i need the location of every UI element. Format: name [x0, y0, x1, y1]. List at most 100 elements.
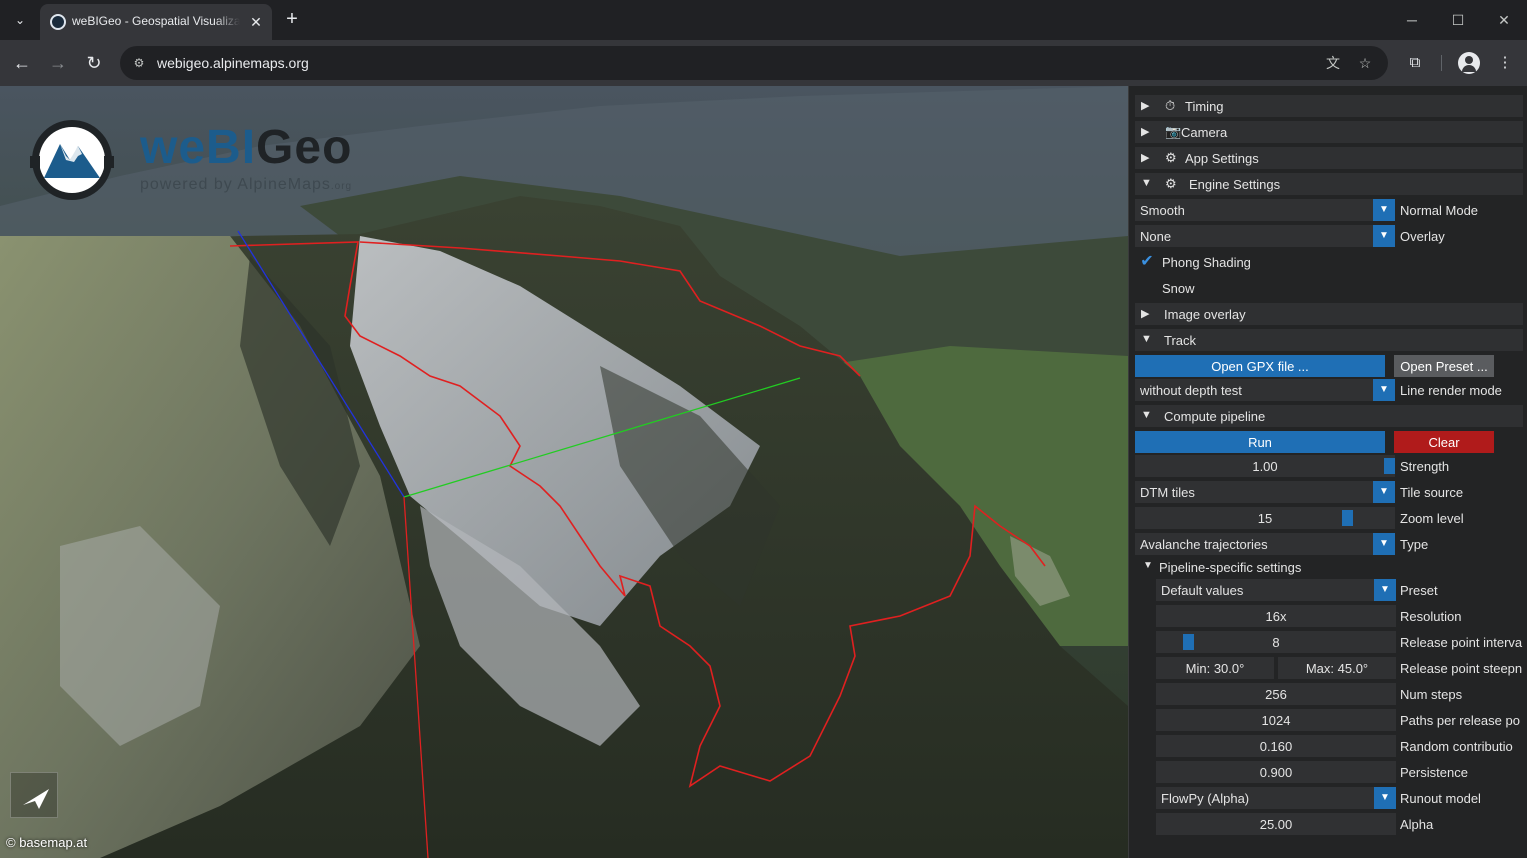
runout-model-select[interactable]: FlowPy (Alpha) ▼: [1156, 787, 1396, 809]
forward-arrow-icon[interactable]: →: [45, 50, 71, 76]
clear-button[interactable]: Clear: [1394, 431, 1494, 453]
site-settings-icon[interactable]: ⚙: [130, 54, 148, 72]
slider-thumb[interactable]: [1384, 458, 1395, 474]
section-engine-settings[interactable]: ▼ ⚙ Engine Settings: [1135, 173, 1523, 195]
type-label: Type: [1400, 537, 1429, 552]
dropdown-arrow-icon[interactable]: ▼: [1374, 787, 1396, 809]
url-text[interactable]: webigeo.alpinemaps.org: [157, 55, 309, 71]
map-viewport[interactable]: weBIGeo powered by AlpineMaps.org © base…: [0, 86, 1128, 858]
stopwatch-icon: ⏱: [1165, 98, 1176, 113]
dropdown-arrow-icon[interactable]: ▼: [1373, 533, 1395, 555]
select-value: Avalanche trajectories: [1140, 537, 1268, 552]
open-gpx-button[interactable]: Open GPX file ...: [1135, 355, 1385, 377]
expand-arrow-icon: ▶: [1141, 126, 1150, 138]
slider-thumb[interactable]: [1342, 510, 1353, 526]
pipeline-specific-settings-node[interactable]: Pipeline-specific settings: [1159, 560, 1301, 575]
release-steepness-label: Release point steepn: [1400, 661, 1523, 676]
logo-powered-by: powered by AlpineMaps.org: [140, 176, 353, 193]
slider-value: 15: [1257, 511, 1273, 526]
translate-icon[interactable]: 文: [1322, 52, 1344, 74]
slider-thumb[interactable]: [1183, 634, 1194, 650]
section-compute-pipeline[interactable]: ▼ Compute pipeline: [1135, 405, 1523, 427]
alpha-field[interactable]: 25.00: [1156, 813, 1396, 835]
zoom-level-slider[interactable]: 15: [1135, 507, 1395, 529]
dropdown-arrow-icon[interactable]: ▼: [1373, 199, 1395, 221]
section-label: Engine Settings: [1189, 177, 1281, 192]
section-label: Camera: [1181, 125, 1228, 140]
overlay-label: Overlay: [1400, 229, 1445, 244]
section-label: Image overlay: [1164, 307, 1246, 322]
tab-title: weBIGeo - Geospatial Visualization: [72, 14, 240, 28]
release-steepness-max-field[interactable]: Max: 45.0°: [1278, 657, 1396, 679]
minimize-button[interactable]: ─: [1389, 6, 1435, 34]
menu-kebab-icon[interactable]: ⋮: [1493, 51, 1517, 75]
active-tab[interactable]: weBIGeo - Geospatial Visualization ✕: [40, 4, 272, 40]
reload-icon[interactable]: ↻: [81, 50, 107, 76]
type-select[interactable]: Avalanche trajectories ▼: [1135, 533, 1395, 555]
line-render-mode-select[interactable]: without depth test ▼: [1135, 379, 1395, 401]
tree-collapse-arrow-icon[interactable]: ▼: [1143, 560, 1153, 571]
normal-mode-select[interactable]: Smooth ▼: [1135, 199, 1395, 221]
preset-select[interactable]: Default values ▼: [1156, 579, 1396, 601]
gears-icon: ⚙: [1165, 176, 1177, 191]
select-value: DTM tiles: [1140, 485, 1195, 500]
snow-label: Snow: [1162, 281, 1195, 296]
section-app-settings[interactable]: ▶ ⚙ App Settings: [1135, 147, 1523, 169]
dropdown-arrow-icon[interactable]: ▼: [1374, 579, 1396, 601]
browser-toolbar: ← → ↻ ⚙ webigeo.alpinemaps.org 文 ☆ ⧉ ⋮: [0, 40, 1527, 86]
normal-mode-label: Normal Mode: [1400, 203, 1479, 218]
toolbar-separator: [1441, 55, 1442, 71]
profile-avatar-icon[interactable]: [1458, 52, 1480, 74]
expand-arrow-icon: ▶: [1141, 152, 1150, 164]
preset-label: Preset: [1400, 583, 1438, 598]
release-steepness-min-field[interactable]: Min: 30.0°: [1156, 657, 1274, 679]
section-timing[interactable]: ▶ ⏱ Timing: [1135, 95, 1523, 117]
dropdown-arrow-icon[interactable]: ▼: [1373, 379, 1395, 401]
persistence-field[interactable]: 0.900: [1156, 761, 1396, 783]
map-attribution[interactable]: © basemap.at: [6, 835, 87, 850]
logo-mountain-emblem-icon: [30, 120, 114, 200]
section-camera[interactable]: ▶ 📷 Camera: [1135, 121, 1523, 143]
select-value: without depth test: [1140, 383, 1242, 398]
tile-source-label: Tile source: [1400, 485, 1464, 500]
dropdown-arrow-icon[interactable]: ▼: [1373, 481, 1395, 503]
close-window-button[interactable]: ✕: [1481, 6, 1527, 34]
paths-per-release-field[interactable]: 1024: [1156, 709, 1396, 731]
tab-search-chevron-icon[interactable]: ⌄: [8, 8, 32, 32]
back-arrow-icon[interactable]: ←: [9, 50, 35, 76]
snow-checkbox[interactable]: [1137, 278, 1157, 298]
section-track[interactable]: ▼ Track: [1135, 329, 1523, 351]
overlay-select[interactable]: None ▼: [1135, 225, 1395, 247]
release-point-interval-slider[interactable]: 8: [1156, 631, 1396, 653]
tile-source-select[interactable]: DTM tiles ▼: [1135, 481, 1395, 503]
phong-shading-label: Phong Shading: [1162, 255, 1251, 270]
strength-slider[interactable]: 1.00: [1135, 455, 1395, 477]
compass-widget[interactable]: [10, 772, 58, 818]
address-bar[interactable]: ⚙ webigeo.alpinemaps.org 文 ☆: [120, 46, 1388, 80]
zoom-level-label: Zoom level: [1400, 511, 1464, 526]
section-image-overlay[interactable]: ▶ Image overlay: [1135, 303, 1523, 325]
dropdown-arrow-icon[interactable]: ▼: [1373, 225, 1395, 247]
extensions-puzzle-icon[interactable]: ⧉: [1403, 51, 1427, 75]
tab-close-icon[interactable]: ✕: [246, 12, 266, 32]
resolution-field[interactable]: 16x: [1156, 605, 1396, 627]
resolution-label: Resolution: [1400, 609, 1462, 624]
open-preset-button[interactable]: Open Preset ...: [1394, 355, 1494, 377]
maximize-button[interactable]: ☐: [1435, 6, 1481, 34]
camera-icon: 📷: [1165, 124, 1182, 139]
bookmark-star-icon[interactable]: ☆: [1354, 52, 1376, 74]
runout-model-label: Runout model: [1400, 791, 1481, 806]
slider-value: 1.00: [1252, 459, 1278, 474]
logo-wordmark: weBIGeo: [140, 121, 353, 174]
compass-arrow-icon: [23, 789, 49, 809]
webigeo-logo: weBIGeo powered by AlpineMaps.org: [22, 116, 412, 206]
line-render-mode-label: Line render mode: [1400, 383, 1502, 398]
random-contribution-field[interactable]: 0.160: [1156, 735, 1396, 757]
collapse-arrow-icon: ▼: [1141, 177, 1152, 189]
new-tab-plus-icon[interactable]: +: [280, 8, 304, 32]
phong-shading-checkbox[interactable]: ✔: [1137, 252, 1157, 272]
num-steps-field[interactable]: 256: [1156, 683, 1396, 705]
select-value: Default values: [1161, 583, 1244, 598]
run-button[interactable]: Run: [1135, 431, 1385, 453]
release-point-interval-label: Release point interva: [1400, 635, 1523, 650]
